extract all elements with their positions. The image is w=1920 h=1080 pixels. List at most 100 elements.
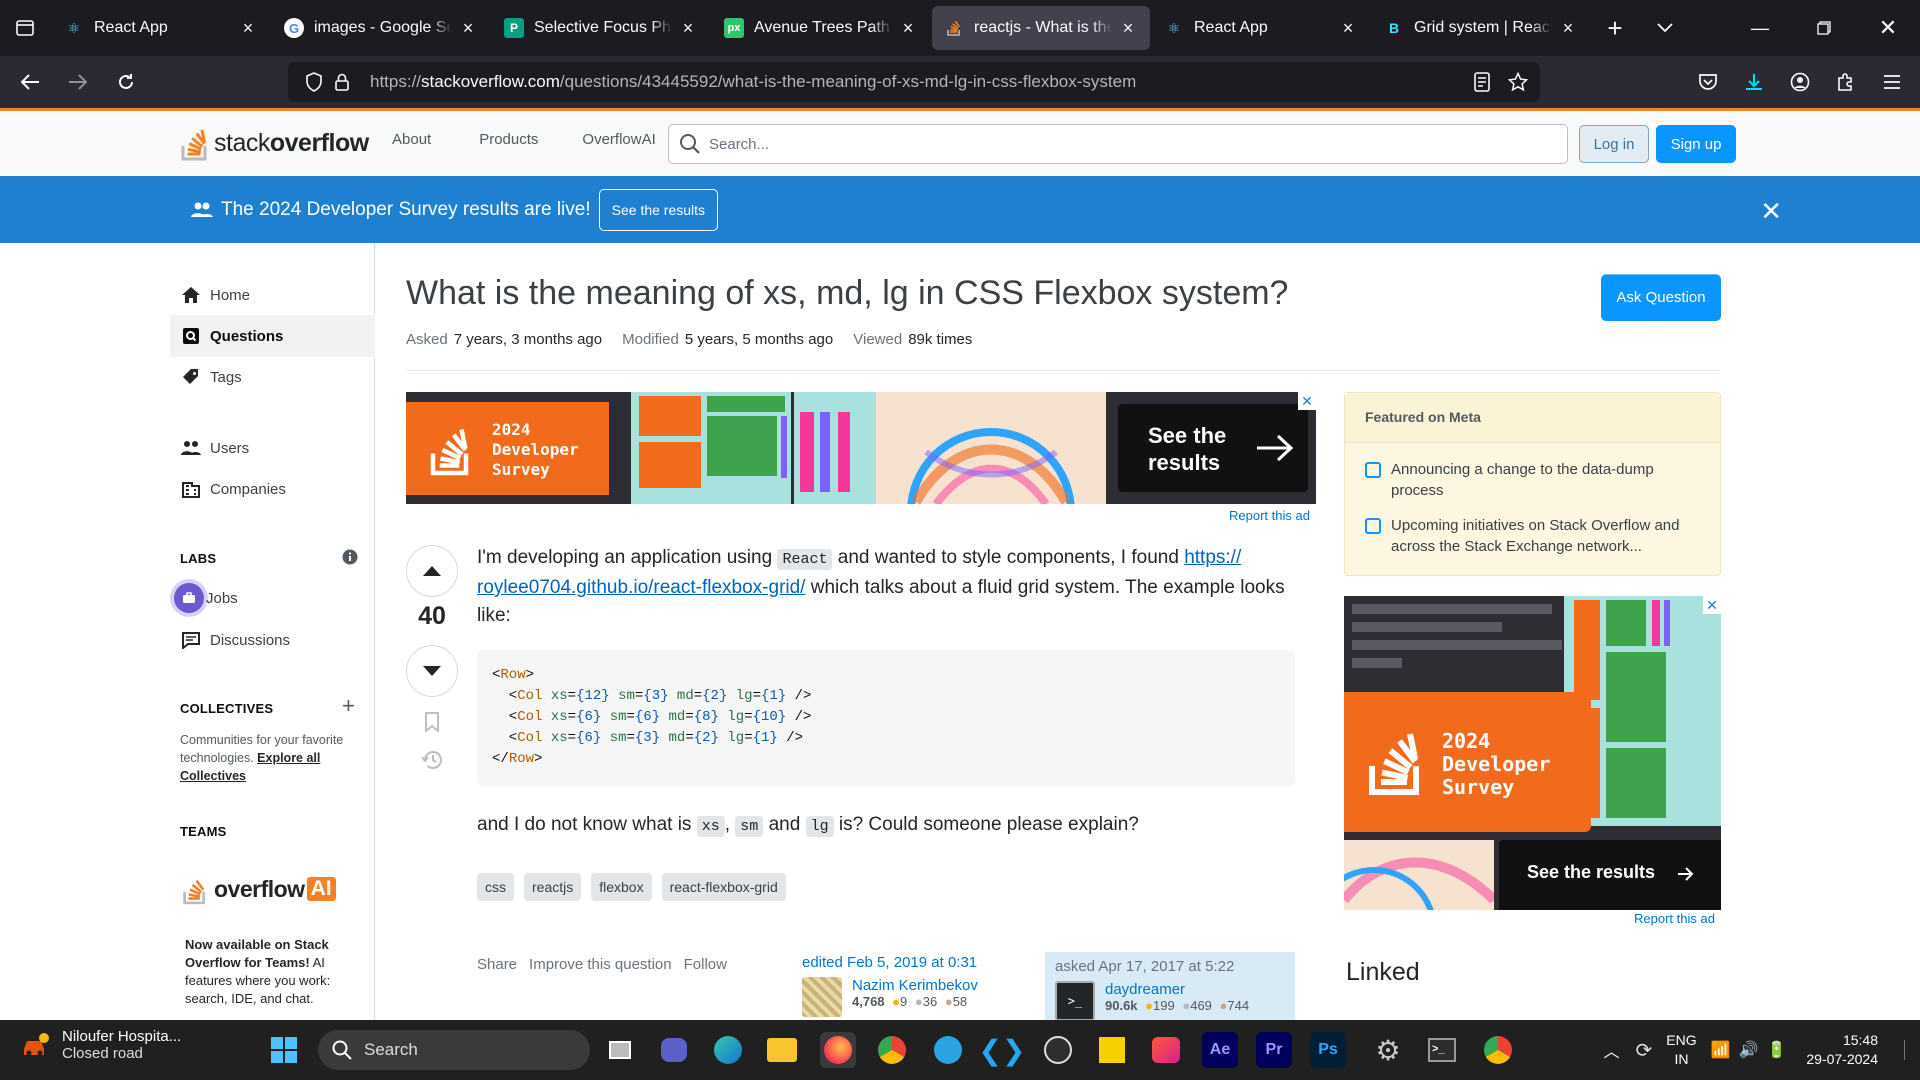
list-all-tabs-button[interactable] xyxy=(1640,0,1690,56)
question-title[interactable]: What is the meaning of xs, md, lg in CSS… xyxy=(406,274,1288,313)
featured-item[interactable]: Announcing a change to the data-dump pro… xyxy=(1365,459,1705,501)
signup-button[interactable]: Sign up xyxy=(1656,125,1736,163)
tab-react-app-1[interactable]: ⚛ React App × xyxy=(52,6,270,50)
close-icon[interactable]: × xyxy=(1118,18,1138,39)
battery-icon[interactable]: 🔋 xyxy=(1766,1040,1786,1060)
tag-reactjs[interactable]: reactjs xyxy=(524,873,582,901)
restore-button[interactable] xyxy=(1792,0,1856,56)
sidebar-item-tags[interactable]: Tags xyxy=(170,357,375,397)
back-button[interactable] xyxy=(10,62,50,102)
taskbar-creative-cloud[interactable] xyxy=(1148,1032,1184,1068)
sidebar-item-jobs[interactable]: Jobs xyxy=(170,578,375,618)
volume-icon[interactable]: 🔊 xyxy=(1739,1040,1759,1060)
downvote-button[interactable] xyxy=(406,645,458,697)
reader-view-icon[interactable] xyxy=(1468,68,1496,96)
chevron-up-icon[interactable]: ︿ xyxy=(1603,1038,1619,1062)
taskbar-terminal[interactable]: >_ xyxy=(1424,1032,1460,1068)
close-window-button[interactable]: ✕ xyxy=(1856,0,1920,56)
sidebar-item-discussions[interactable]: Discussions xyxy=(170,620,375,660)
extensions-button[interactable] xyxy=(1826,62,1866,102)
featured-item-text[interactable]: Upcoming initiatives on Stack Overflow a… xyxy=(1391,515,1705,557)
tag-css[interactable]: css xyxy=(477,873,514,901)
sidebar-item-home[interactable]: Home xyxy=(170,275,375,315)
taskbar-telegram[interactable] xyxy=(930,1032,966,1068)
search-input[interactable] xyxy=(709,135,1509,153)
avatar[interactable]: >_ xyxy=(1055,981,1095,1021)
downloads-button[interactable] xyxy=(1734,62,1774,102)
so-logo[interactable]: stackoverflow xyxy=(180,123,369,163)
featured-item[interactable]: Upcoming initiatives on Stack Overflow a… xyxy=(1365,515,1705,557)
taskbar-chrome[interactable] xyxy=(874,1032,910,1068)
info-icon[interactable] xyxy=(342,549,358,565)
login-button[interactable]: Log in xyxy=(1579,125,1649,163)
taskbar-vscode[interactable]: ❮❯ xyxy=(979,1032,1026,1068)
close-icon[interactable]: ✕ xyxy=(1760,196,1782,227)
ad-see-results-panel[interactable]: See the results xyxy=(1499,840,1721,910)
editor-name[interactable]: Nazim Kerimbekov xyxy=(852,977,978,994)
nav-products[interactable]: Products xyxy=(479,131,538,148)
code-block[interactable]: <Row> <Col xs={12} sm={3} md={2} lg={1} … xyxy=(477,650,1295,786)
tab-stackoverflow-active[interactable]: reactjs - What is the meaning × xyxy=(932,6,1150,50)
tab-google-images[interactable]: G images - Google Search × xyxy=(272,6,490,50)
bookmark-button[interactable] xyxy=(420,710,444,734)
language-indicator[interactable]: ENG IN xyxy=(1666,1031,1696,1069)
taskbar-firefox[interactable] xyxy=(820,1032,856,1068)
lock-icon[interactable] xyxy=(328,68,356,96)
start-button[interactable] xyxy=(266,1032,302,1068)
menu-button[interactable] xyxy=(1872,62,1912,102)
nav-about[interactable]: About xyxy=(392,131,431,148)
close-icon[interactable]: × xyxy=(1338,18,1358,39)
tracking-shield-icon[interactable] xyxy=(300,68,328,96)
task-view-button[interactable] xyxy=(602,1032,638,1068)
avatar[interactable] xyxy=(802,977,842,1017)
minimize-button[interactable]: — xyxy=(1728,0,1792,56)
ad-close-icon[interactable]: ✕ xyxy=(1703,596,1721,614)
ad-close-icon[interactable]: ✕ xyxy=(1298,392,1316,410)
tab-react-app-2[interactable]: ⚛ React App × xyxy=(1152,6,1370,50)
survey-ad-sidebar[interactable]: 2024 Developer Survey See the results ✕ xyxy=(1344,596,1721,910)
taskbar-premiere[interactable]: Pr xyxy=(1256,1032,1292,1068)
taskbar-obs[interactable] xyxy=(1040,1032,1076,1068)
featured-item-text[interactable]: Announcing a change to the data-dump pro… xyxy=(1391,459,1705,501)
author-name[interactable]: daydreamer xyxy=(1105,981,1249,998)
close-icon[interactable]: × xyxy=(898,18,918,39)
follow-link[interactable]: Follow xyxy=(684,956,727,973)
weather-widget[interactable]: Niloufer Hospita... Closed road xyxy=(20,1028,181,1062)
overflowai-logo[interactable]: overflow AI xyxy=(182,873,336,905)
bookmark-star-icon[interactable] xyxy=(1504,68,1532,96)
taskbar-photoshop[interactable]: Ps xyxy=(1310,1032,1346,1068)
sidebar-item-users[interactable]: Users xyxy=(170,428,375,468)
improve-question-link[interactable]: Improve this question xyxy=(529,956,672,973)
share-link[interactable]: Share xyxy=(477,956,517,973)
tag-react-flexbox-grid[interactable]: react-flexbox-grid xyxy=(661,873,786,901)
url-bar[interactable]: https://stackoverflow.com/questions/4344… xyxy=(288,62,1540,102)
close-icon[interactable]: × xyxy=(678,18,698,39)
taskbar-file-explorer[interactable] xyxy=(764,1032,800,1068)
ask-question-button[interactable]: Ask Question xyxy=(1601,274,1721,321)
report-ad-link[interactable]: Report this ad xyxy=(1634,911,1715,926)
so-search-box[interactable] xyxy=(668,124,1568,164)
forward-button[interactable] xyxy=(58,62,98,102)
edited-timestamp-link[interactable]: edited Feb 5, 2019 at 0:31 xyxy=(802,954,1042,971)
taskbar-chat[interactable] xyxy=(656,1032,692,1068)
plus-icon[interactable]: + xyxy=(342,693,355,719)
close-icon[interactable]: × xyxy=(238,18,258,39)
tab-pexels[interactable]: P Selective Focus Photography × xyxy=(492,6,710,50)
tab-list-button[interactable] xyxy=(0,0,50,56)
new-tab-button[interactable]: + xyxy=(1590,0,1640,56)
close-icon[interactable]: × xyxy=(458,18,478,39)
modified-value[interactable]: 5 years, 5 months ago xyxy=(685,331,833,348)
sidebar-item-companies[interactable]: Companies xyxy=(170,469,375,509)
close-icon[interactable]: × xyxy=(1558,18,1578,39)
taskbar-settings[interactable]: ⚙ xyxy=(1370,1032,1406,1068)
see-results-button[interactable]: See the results xyxy=(598,188,719,231)
wifi-icon[interactable]: 📶 xyxy=(1711,1040,1731,1060)
taskbar-search[interactable]: Search xyxy=(318,1030,590,1070)
clock[interactable]: 15:48 29-07-2024 xyxy=(1806,1031,1878,1069)
tab-pixabay[interactable]: px Avenue Trees Path - Free × xyxy=(712,6,930,50)
tab-react-bootstrap[interactable]: B Grid system | React Bootstrap × xyxy=(1372,6,1590,50)
ad-see-results-panel[interactable]: See the results xyxy=(1118,404,1308,492)
tag-flexbox[interactable]: flexbox xyxy=(591,873,652,901)
taskbar-after-effects[interactable]: Ae xyxy=(1202,1032,1238,1068)
upvote-button[interactable] xyxy=(406,545,458,597)
